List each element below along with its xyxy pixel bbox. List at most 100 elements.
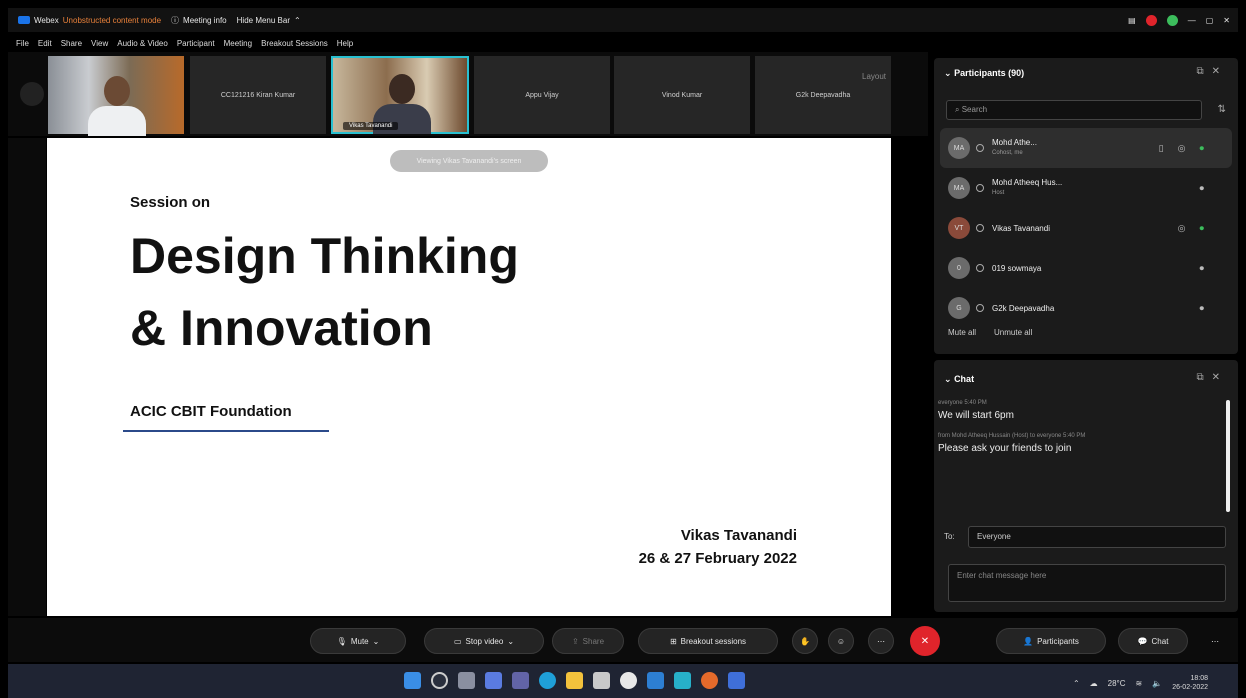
camera-icon: ◎ bbox=[1177, 222, 1200, 233]
close-icon[interactable]: ✕ bbox=[1212, 372, 1228, 383]
raise-hand-button[interactable]: ✋ bbox=[792, 628, 818, 654]
chevron-down-icon: ⌄ bbox=[372, 636, 380, 646]
file-explorer-icon[interactable] bbox=[566, 672, 583, 689]
widgets-icon[interactable] bbox=[485, 672, 502, 689]
participants-button[interactable]: 👤 Participants bbox=[996, 628, 1106, 654]
menu-item-breakout[interactable]: Breakout Sessions bbox=[261, 39, 328, 48]
participants-header[interactable]: ⌄ Participants (90) bbox=[944, 68, 1024, 79]
participant-row[interactable]: VT Vikas Tavanandi ◎⏺ bbox=[940, 208, 1232, 248]
participant-row[interactable]: 0 019 sowmaya ⏺ bbox=[940, 248, 1232, 288]
hide-menu-button[interactable]: Hide Menu Bar ⌃ bbox=[237, 16, 301, 25]
chat-message-meta: everyone 5:40 PM bbox=[938, 400, 987, 406]
word-icon[interactable] bbox=[728, 672, 745, 689]
name-tile[interactable]: G2k Deepavadha bbox=[755, 56, 891, 134]
menu-item-audio-video[interactable]: Audio & Video bbox=[117, 39, 168, 48]
share-button[interactable]: ⇪ Share bbox=[552, 628, 624, 654]
maximize-icon[interactable]: ▢ bbox=[1206, 16, 1214, 25]
cloud-icon[interactable]: ☁ bbox=[1090, 679, 1098, 688]
mic-muted-icon[interactable]: ⏺ bbox=[1199, 183, 1218, 193]
app-brand: Webex Unobstructed content mode bbox=[18, 16, 161, 25]
chat-message-text: We will start 6pm bbox=[938, 410, 1014, 421]
meeting-info-button[interactable]: ⓘ Meeting info bbox=[171, 15, 227, 26]
more-panels-button[interactable]: ⋯ bbox=[1202, 628, 1228, 654]
mic-muted-icon[interactable]: ⏺ bbox=[1199, 263, 1218, 273]
menu-item-help[interactable]: Help bbox=[337, 39, 353, 48]
popout-icon[interactable]: ⧉ bbox=[1196, 372, 1211, 383]
video-tile[interactable] bbox=[48, 56, 184, 136]
chat-placeholder: Enter chat message here bbox=[957, 571, 1047, 580]
windows-start-icon[interactable] bbox=[404, 672, 421, 689]
chat-button[interactable]: 💬 Chat bbox=[1118, 628, 1188, 654]
end-meeting-button[interactable]: ✕ bbox=[910, 626, 940, 656]
participant-controls: ⏺ bbox=[1199, 183, 1218, 194]
participant-row[interactable]: MA Mohd Athe... Cohost, me ▯◎⏺ bbox=[940, 128, 1232, 168]
sort-icon[interactable]: ⇅ bbox=[1218, 104, 1226, 115]
teams-icon[interactable] bbox=[512, 672, 529, 689]
menu-bar: File Edit Share View Audio & Video Parti… bbox=[8, 34, 448, 52]
participant-row[interactable]: G G2k Deepavadha ⏺ bbox=[940, 288, 1232, 328]
name-tile[interactable]: Appu Vijay bbox=[474, 56, 610, 134]
minimize-icon[interactable]: — bbox=[1188, 16, 1196, 25]
mute-all-button[interactable]: Mute all bbox=[948, 328, 976, 337]
more-options-button[interactable]: ⋯ bbox=[868, 628, 894, 654]
recipient-select[interactable]: Everyone bbox=[968, 526, 1226, 548]
browser-icon[interactable] bbox=[701, 672, 718, 689]
chevron-up-icon[interactable]: ⌃ bbox=[1073, 679, 1080, 688]
title-bar: Webex Unobstructed content mode ⓘ Meetin… bbox=[8, 8, 1238, 32]
name-tile[interactable]: Vinod Kumar bbox=[614, 56, 750, 134]
participant-row[interactable]: MA Mohd Atheeq Hus... Host ⏺ bbox=[940, 168, 1232, 208]
reactions-button[interactable]: ☺ bbox=[828, 628, 854, 654]
window-controls: ▤ — ▢ ✕ bbox=[1128, 8, 1230, 32]
status-icon bbox=[976, 144, 984, 152]
chevron-down-icon: ⌄ bbox=[944, 68, 952, 78]
edge-icon[interactable] bbox=[539, 672, 556, 689]
participant-controls: ▯◎⏺ bbox=[1159, 143, 1218, 154]
active-speaker-tile[interactable]: Vikas Tavanandi bbox=[331, 56, 469, 134]
status-icon bbox=[976, 264, 984, 272]
unmute-all-button[interactable]: Unmute all bbox=[994, 328, 1032, 337]
popout-icon[interactable]: ⧉ bbox=[1196, 66, 1211, 77]
chat-label: Chat bbox=[1151, 636, 1169, 646]
breakout-sessions-button[interactable]: ⊞ Breakout sessions bbox=[638, 628, 778, 654]
chat-messages: everyone 5:40 PM We will start 6pm from … bbox=[938, 400, 1224, 466]
close-icon: ✕ bbox=[920, 635, 930, 647]
recording-icon bbox=[1145, 14, 1157, 26]
menu-item-share[interactable]: Share bbox=[61, 39, 82, 48]
stop-video-label: Stop video bbox=[465, 636, 504, 646]
clock[interactable]: 18:08 26-02-2022 bbox=[1172, 674, 1208, 692]
participant-name-block: G2k Deepavadha bbox=[992, 303, 1054, 314]
hand-icon: ✋ bbox=[800, 636, 810, 646]
viewing-indicator[interactable]: Viewing Vikas Tavanandi's screen bbox=[390, 150, 548, 172]
mic-muted-icon[interactable]: ⏺ bbox=[1199, 303, 1218, 313]
chat-input[interactable]: Enter chat message here bbox=[948, 564, 1226, 602]
mic-icon[interactable]: ⏺ bbox=[1199, 143, 1218, 153]
task-view-icon[interactable] bbox=[458, 672, 475, 689]
volume-icon[interactable]: 🔈 bbox=[1152, 679, 1162, 688]
close-icon[interactable]: ✕ bbox=[1212, 66, 1228, 77]
search-input[interactable]: ⌕ Search bbox=[946, 100, 1202, 120]
chat-scrollbar[interactable] bbox=[1226, 400, 1230, 512]
name-tile[interactable]: CC121216 Kiran Kumar bbox=[190, 56, 326, 134]
stop-video-button[interactable]: ▭ Stop video ⌄ bbox=[424, 628, 544, 654]
scroll-left-button[interactable] bbox=[20, 82, 44, 106]
notice-text: Unobstructed content mode bbox=[62, 15, 162, 25]
store-icon[interactable] bbox=[593, 672, 610, 689]
person-icon: 👤 bbox=[1023, 636, 1034, 646]
wifi-icon[interactable]: ≋ bbox=[1136, 679, 1143, 688]
layout-button[interactable]: Layout bbox=[862, 72, 886, 81]
menu-item-meeting[interactable]: Meeting bbox=[224, 39, 252, 48]
menu-item-view[interactable]: View bbox=[91, 39, 108, 48]
menu-item-edit[interactable]: Edit bbox=[38, 39, 52, 48]
mail-icon[interactable] bbox=[647, 672, 664, 689]
slide-organization: ACIC CBIT Foundation bbox=[130, 403, 292, 420]
mute-button[interactable]: 🎙 Mute ⌄ bbox=[310, 628, 406, 654]
close-icon[interactable]: ✕ bbox=[1223, 16, 1230, 25]
participants-title: Participants (90) bbox=[954, 68, 1025, 78]
menu-item-file[interactable]: File bbox=[16, 39, 29, 48]
mic-icon[interactable]: ⏺ bbox=[1199, 223, 1218, 233]
webex-app-icon[interactable] bbox=[674, 672, 691, 689]
chat-header[interactable]: ⌄ Chat bbox=[944, 374, 974, 385]
menu-item-participant[interactable]: Participant bbox=[177, 39, 215, 48]
chrome-icon[interactable] bbox=[620, 672, 637, 689]
search-icon[interactable] bbox=[431, 672, 448, 689]
